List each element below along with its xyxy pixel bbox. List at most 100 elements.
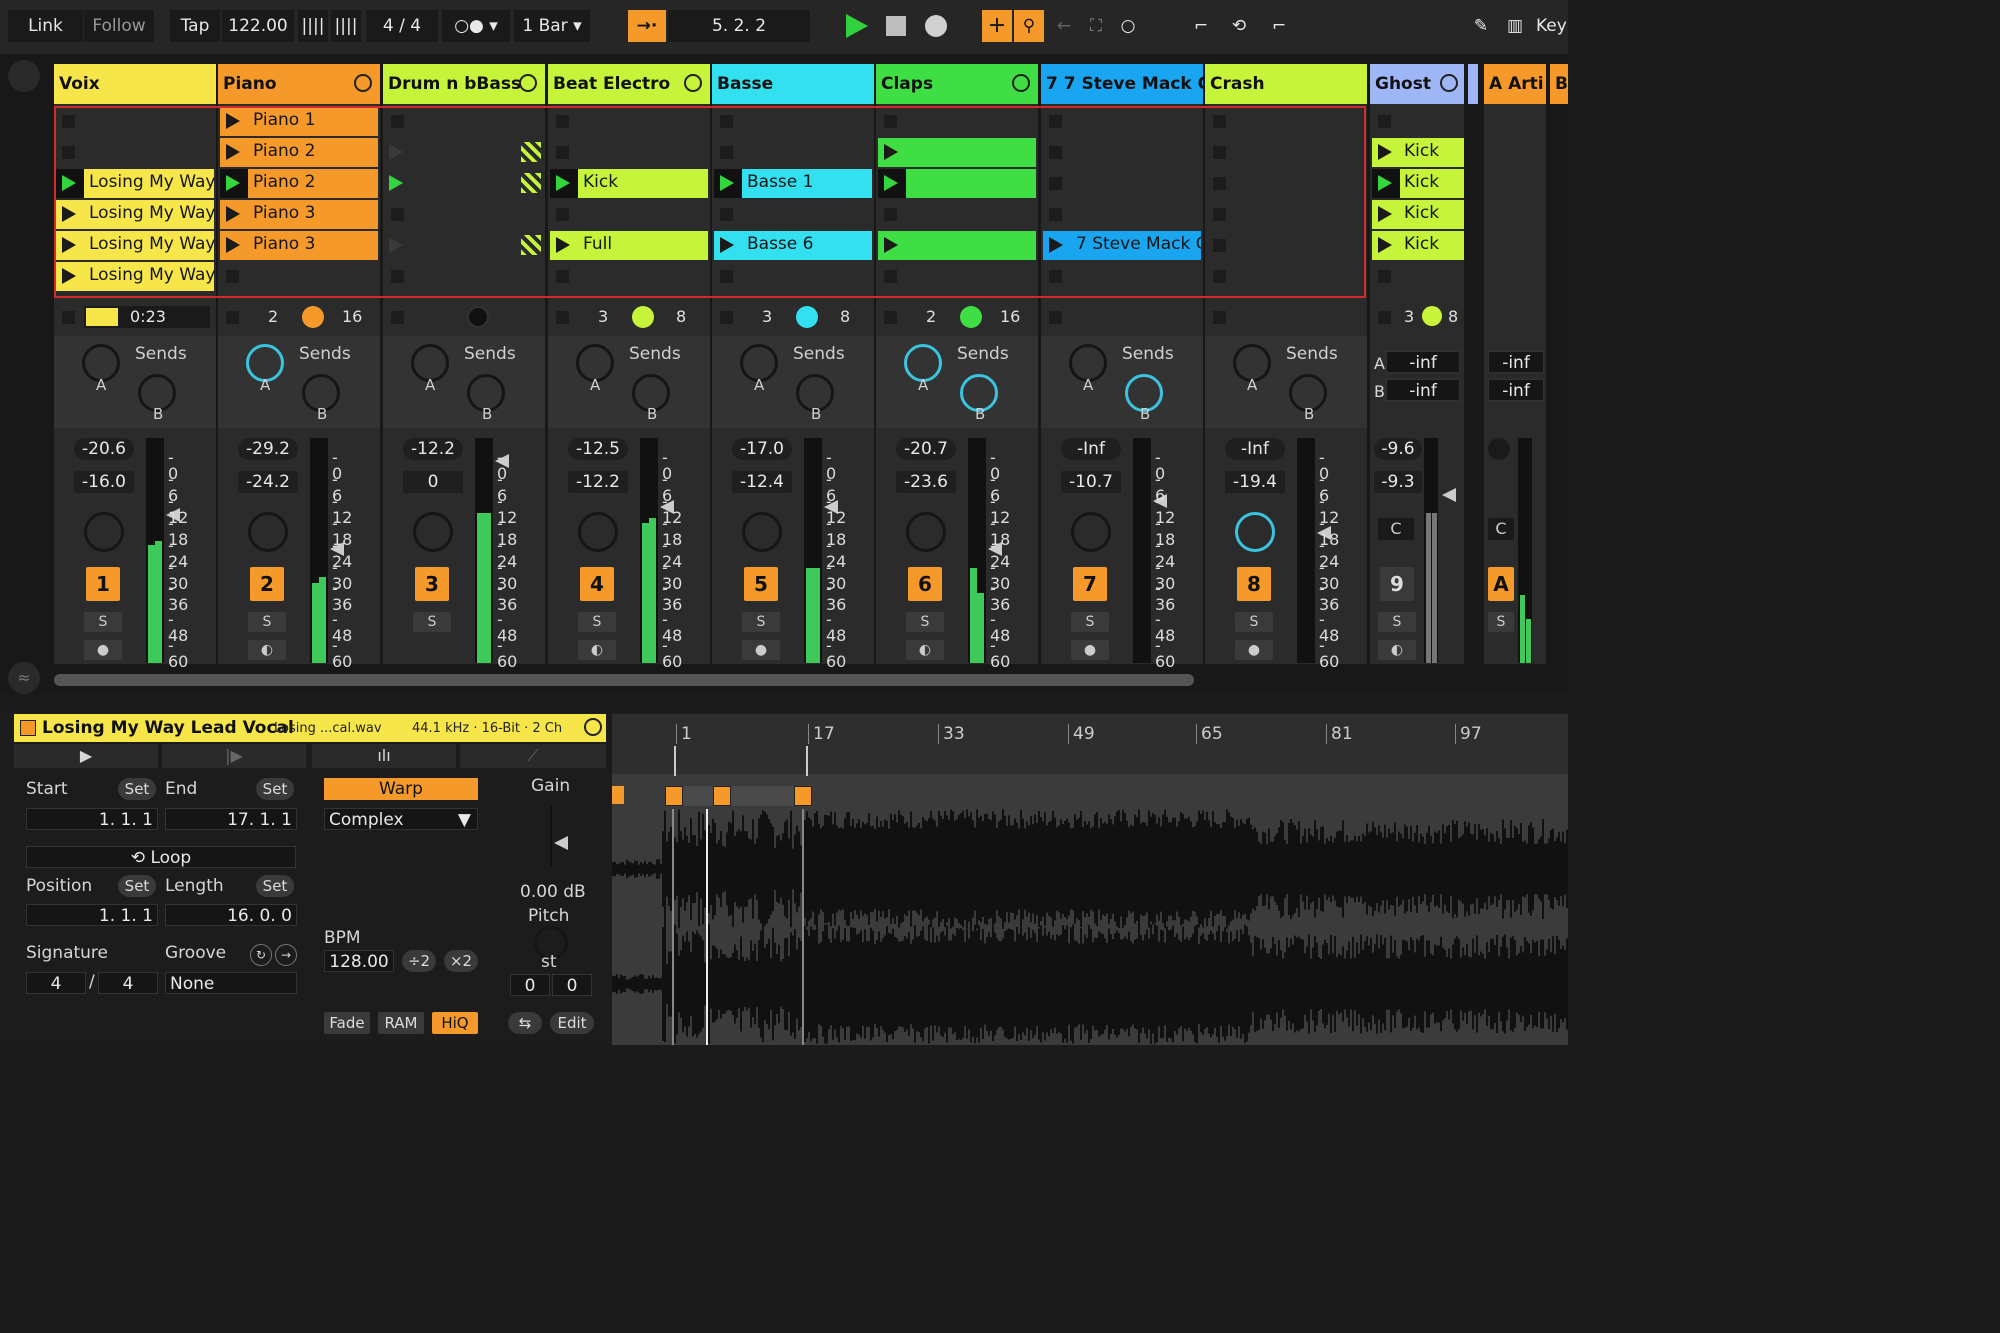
monitor-button[interactable]: ◐ [248, 640, 286, 660]
clip-slot[interactable] [383, 262, 545, 291]
track-header-beat-electro[interactable]: Beat Electro [548, 64, 710, 104]
track-header-basse[interactable]: Basse [712, 64, 874, 104]
clip-slot[interactable] [1370, 262, 1464, 291]
pan-field[interactable]: -12.2 [568, 471, 628, 493]
clip[interactable]: Basse 1 [714, 169, 872, 198]
loop-brace[interactable] [674, 746, 808, 776]
reverse-icon[interactable]: ⇆ [508, 1012, 542, 1034]
volume-field[interactable]: -20.6 [74, 438, 134, 460]
clip-playing-icon[interactable] [556, 175, 570, 191]
follow-button[interactable]: Follow [84, 10, 154, 42]
device-menu-icon[interactable] [684, 74, 702, 92]
position-field[interactable]: 1. 1. 1 [26, 904, 158, 926]
warp-marker[interactable] [665, 786, 683, 806]
clip[interactable]: Kick [1372, 200, 1464, 229]
arm-button[interactable]: ● [742, 640, 780, 660]
clip[interactable]: Kick [550, 169, 708, 198]
clip[interactable]: Losing My Way [56, 231, 215, 260]
start-set-button[interactable]: Set [118, 778, 156, 800]
clip[interactable]: Kick [1372, 169, 1464, 198]
clip-stop-icon[interactable] [391, 270, 404, 283]
pan-field[interactable]: -9.3 [1374, 471, 1422, 493]
clip-slot[interactable] [383, 107, 545, 136]
draw-mode-icon[interactable]: ✎ [1466, 10, 1496, 42]
return-activator-button[interactable]: A [1488, 567, 1514, 601]
group-playing-icon[interactable] [389, 175, 403, 191]
tap-tempo-button[interactable]: Tap [170, 10, 220, 42]
solo-button[interactable]: S [578, 612, 616, 632]
volume-slider-handle[interactable] [1442, 488, 1456, 502]
clip[interactable]: Losing My Way [56, 200, 215, 229]
sample-tab-icon[interactable]: ılı [312, 744, 456, 768]
follow-arrangement-icon[interactable]: →· [628, 10, 666, 42]
solo-button[interactable]: S [248, 612, 286, 632]
clip-launch-icon[interactable] [884, 144, 898, 160]
edit-button[interactable]: Edit [550, 1012, 594, 1034]
clip-stop-icon[interactable] [1378, 270, 1391, 283]
track-activator-button[interactable]: 7 [1073, 567, 1107, 601]
end-set-button[interactable]: Set [256, 778, 294, 800]
gain-slider-handle[interactable] [554, 836, 568, 850]
warp-mode-select[interactable]: Complex ▼ [324, 808, 478, 830]
pan-knob[interactable] [413, 512, 453, 552]
fade-button[interactable]: Fade [324, 1012, 370, 1034]
group-launch-icon[interactable] [389, 144, 403, 160]
detune-field[interactable]: 0 [552, 974, 592, 996]
stop-icon[interactable] [720, 311, 733, 324]
back-to-arrangement-icon[interactable]: ← [1050, 10, 1078, 42]
clip[interactable]: Piano 2 [220, 138, 378, 167]
clip-stop-icon[interactable] [1213, 270, 1226, 283]
signature-numerator-field[interactable]: 4 [26, 972, 86, 994]
loop-switch-icon[interactable]: ⟲ [1222, 10, 1256, 42]
clip-slot[interactable] [1041, 262, 1203, 291]
clip[interactable]: Piano 3 [220, 231, 378, 260]
clip[interactable]: Basse 6 [714, 231, 872, 260]
session-record-icon[interactable]: ○ [1114, 10, 1142, 42]
volume-field[interactable]: -Inf [1225, 438, 1285, 460]
clip[interactable]: Losing My Way [56, 262, 215, 291]
pan-field[interactable]: -10.7 [1061, 471, 1121, 493]
clip-playing-icon[interactable] [62, 175, 76, 191]
groove-refresh-icon[interactable]: ↻ [250, 944, 272, 966]
solo-button[interactable]: S [413, 612, 451, 632]
clip[interactable]: Piano 2 [220, 169, 378, 198]
clip-slot[interactable] [1041, 107, 1203, 136]
track-header-ghost[interactable]: Ghost [1370, 64, 1464, 104]
volume-field[interactable]: -9.6 [1374, 438, 1422, 460]
clip-slot[interactable] [1205, 231, 1367, 260]
length-field[interactable]: 16. 0. 0 [165, 904, 297, 926]
clip-tab-icon[interactable]: ▶ [14, 744, 158, 768]
hiq-button[interactable]: HiQ [432, 1012, 478, 1034]
key-map-button[interactable]: Key [1536, 10, 1576, 42]
capture-midi-icon[interactable]: ⛶ [1082, 10, 1110, 42]
clip[interactable]: Piano 1 [220, 107, 378, 136]
pan-field[interactable]: -16.0 [74, 471, 134, 493]
clip-slot[interactable] [1370, 107, 1464, 136]
signature-denominator-field[interactable]: 4 [98, 972, 158, 994]
track-header-steve-mack[interactable]: 7 7 Steve Mack Q [1041, 64, 1212, 104]
pan-knob[interactable] [84, 512, 124, 552]
clip-launch-icon[interactable] [226, 237, 240, 253]
fx-tab-icon[interactable]: ⟋ [460, 744, 606, 768]
clip-stop-icon[interactable] [884, 115, 897, 128]
clip-launch-icon[interactable] [62, 237, 76, 253]
warp-marker[interactable] [713, 786, 731, 806]
pan-knob[interactable] [1235, 512, 1275, 552]
warp-marker[interactable] [612, 786, 624, 804]
clip-launch-icon[interactable] [556, 237, 570, 253]
sample-editor[interactable] [612, 714, 1568, 1045]
solo-button[interactable]: S [1488, 612, 1514, 632]
clip-launch-icon[interactable] [884, 237, 898, 253]
solo-button[interactable]: S [742, 612, 780, 632]
monitor-button[interactable]: ◐ [906, 640, 944, 660]
arm-button[interactable]: ● [1071, 640, 1109, 660]
pan-knob[interactable] [742, 512, 782, 552]
device-menu-icon[interactable] [1012, 74, 1030, 92]
clip-slot[interactable] [383, 200, 545, 229]
track-header-drum-n-bbass[interactable]: Drum n bBass [383, 64, 545, 104]
group-slot[interactable] [383, 231, 545, 260]
clip-slot[interactable] [548, 107, 710, 136]
stop-icon[interactable] [1049, 311, 1062, 324]
pan-knob[interactable] [1071, 512, 1111, 552]
tempo-field[interactable]: 122.00 [222, 10, 294, 42]
